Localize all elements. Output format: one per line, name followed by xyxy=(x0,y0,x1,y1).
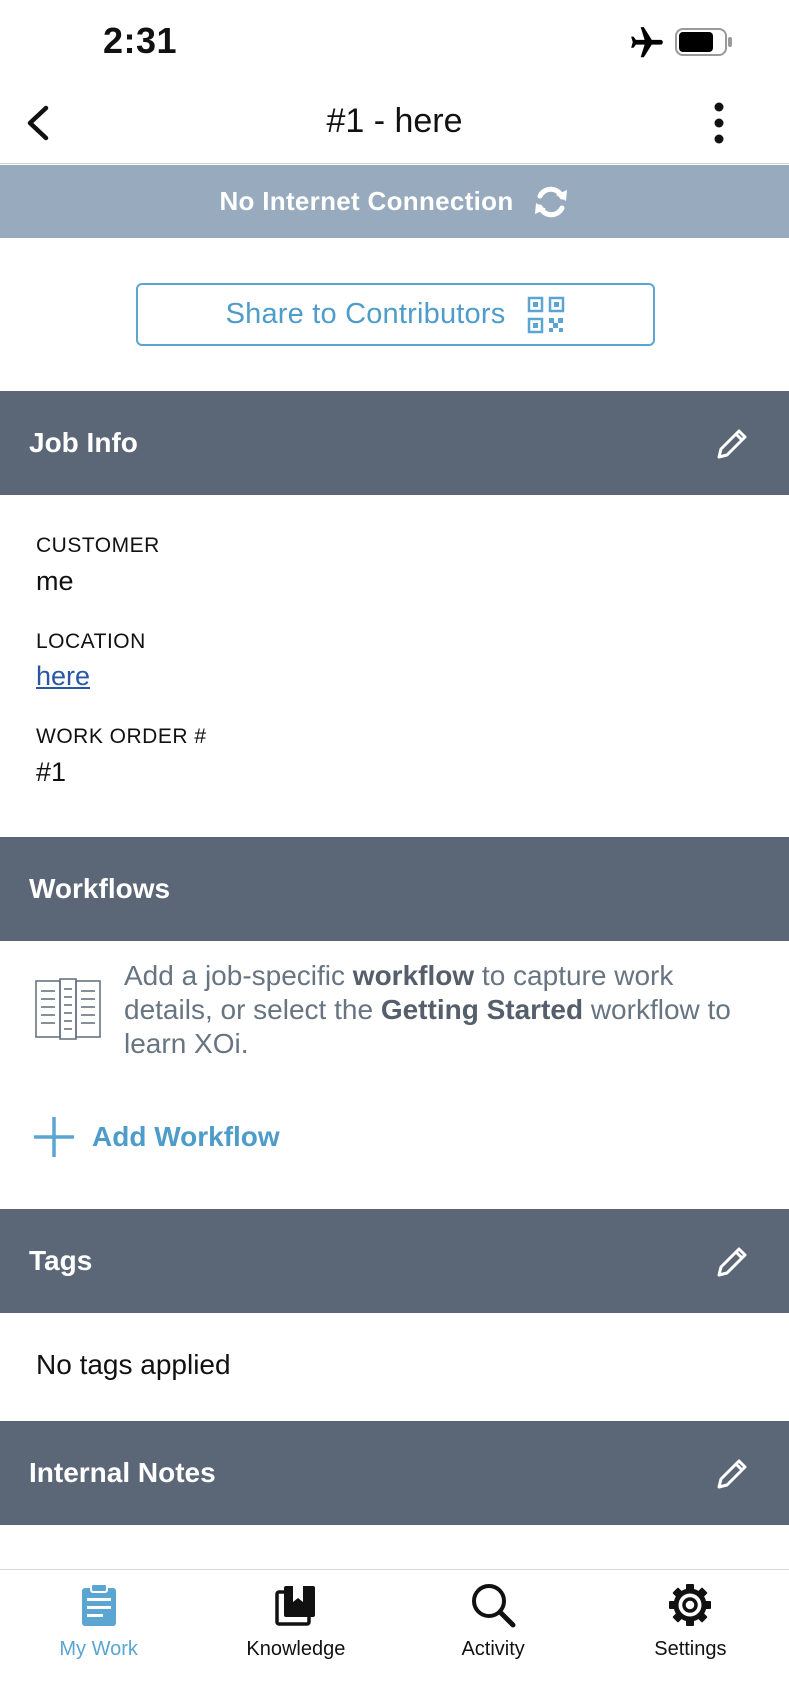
status-bar: 2:31 xyxy=(0,0,789,82)
work-order-label: WORK ORDER # xyxy=(36,725,207,748)
edit-job-info-pencil-icon[interactable] xyxy=(715,425,751,461)
workflows-header: Workflows xyxy=(0,837,789,941)
workflow-description: Add a job-specific workflow to capture w… xyxy=(124,959,764,1061)
gear-icon xyxy=(669,1584,712,1626)
share-to-contributors-button[interactable]: Share to Contributors xyxy=(136,283,655,346)
plus-icon xyxy=(34,1117,74,1157)
job-info-header: Job Info xyxy=(0,391,789,495)
tags-empty-text: No tags applied xyxy=(36,1349,231,1380)
tab-activity-label: Activity xyxy=(461,1638,525,1660)
share-button-label: Share to Contributors xyxy=(225,298,506,330)
tab-settings-label: Settings xyxy=(654,1638,727,1660)
sync-icon[interactable] xyxy=(532,183,570,221)
more-options-icon[interactable] xyxy=(698,98,740,148)
add-workflow-label: Add Workflow xyxy=(92,1121,280,1152)
workflow-document-icon xyxy=(35,978,101,1040)
work-order-value: #1 xyxy=(36,757,67,787)
edit-tags-pencil-icon[interactable] xyxy=(715,1243,751,1279)
customer-label: CUSTOMER xyxy=(36,534,160,557)
location-link[interactable]: here xyxy=(36,661,90,692)
library-icon xyxy=(275,1586,315,1626)
clipboard-icon xyxy=(81,1583,116,1626)
internal-notes-title: Internal Notes xyxy=(29,1457,216,1488)
status-time: 2:31 xyxy=(103,20,178,61)
customer-value: me xyxy=(36,566,74,596)
location-label: LOCATION xyxy=(36,630,146,653)
airplane-mode-icon xyxy=(631,27,663,58)
add-workflow-button[interactable]: Add Workflow xyxy=(32,1112,280,1162)
tab-knowledge[interactable]: Knowledge xyxy=(197,1570,394,1689)
bottom-tab-bar: My Work Knowledge Activity Settings xyxy=(0,1569,789,1689)
navigation-bar: #1 - here xyxy=(0,82,789,164)
edit-internal-notes-pencil-icon[interactable] xyxy=(715,1455,751,1491)
workflow-desc-bold-2: Getting Started xyxy=(380,994,584,1025)
tab-my-work-label: My Work xyxy=(59,1638,138,1660)
back-chevron-icon[interactable] xyxy=(18,100,64,146)
tags-title: Tags xyxy=(29,1245,93,1276)
offline-banner: No Internet Connection xyxy=(0,165,789,238)
tags-header: Tags xyxy=(0,1209,789,1313)
job-info-title: Job Info xyxy=(29,427,138,458)
search-icon xyxy=(472,1584,516,1628)
tab-settings[interactable]: Settings xyxy=(592,1570,789,1689)
battery-icon xyxy=(675,28,732,56)
internal-notes-header: Internal Notes xyxy=(0,1421,789,1525)
tab-knowledge-label: Knowledge xyxy=(246,1638,346,1660)
tab-my-work[interactable]: My Work xyxy=(0,1570,197,1689)
offline-banner-text: No Internet Connection xyxy=(219,186,514,216)
workflow-desc-bold-1: workflow xyxy=(352,960,475,991)
tab-activity[interactable]: Activity xyxy=(395,1570,592,1689)
job-detail-screen: 2:31 #1 - here No Internet Connection Sh… xyxy=(0,0,789,1689)
qr-code-icon xyxy=(528,296,565,333)
workflows-title: Workflows xyxy=(29,873,171,904)
page-title: #1 - here xyxy=(326,102,463,140)
workflow-desc-text-1: Add a job-specific xyxy=(124,960,353,991)
